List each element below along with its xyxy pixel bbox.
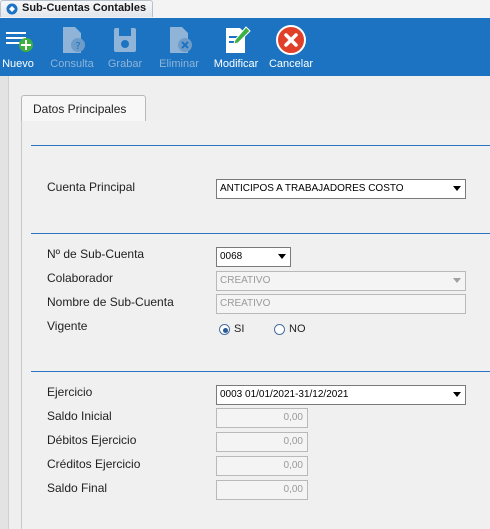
ejercicio-label: Ejercicio <box>47 385 93 399</box>
saldo-final-field[interactable]: 0,00 <box>216 480 308 500</box>
save-disk-icon <box>114 28 136 52</box>
nuevo-button[interactable]: Nuevo <box>0 18 36 76</box>
saldo-inicial-field[interactable]: 0,00 <box>216 408 308 428</box>
toolbar: Nuevo ? Consulta Grabar Eliminar Modific… <box>0 18 490 76</box>
cancel-icon <box>276 25 306 55</box>
vigente-label: Vigente <box>47 319 88 333</box>
modificar-button[interactable]: Modificar <box>210 18 262 76</box>
chevron-down-icon[interactable] <box>453 186 461 191</box>
saldo-final-label: Saldo Final <box>47 481 108 495</box>
edit-pencil-icon <box>226 26 251 53</box>
sub-cuenta-label: Nº de Sub-Cuenta <box>47 247 145 261</box>
colaborador-select[interactable]: CREATIVO <box>216 271 466 291</box>
window-title: Sub-Cuentas Contables <box>22 2 147 14</box>
colaborador-label: Colaborador <box>47 271 114 285</box>
query-document-icon: ? <box>63 27 85 53</box>
cancelar-button[interactable]: Cancelar <box>266 18 316 76</box>
consulta-button[interactable]: ? Consulta <box>48 18 96 76</box>
ejercicio-select[interactable]: 0003 01/01/2021-31/12/2021 <box>216 385 466 405</box>
section-divider <box>31 371 490 372</box>
nombre-field[interactable]: CREATIVO <box>216 294 466 314</box>
saldo-inicial-label: Saldo Inicial <box>47 409 112 423</box>
debitos-label: Débitos Ejercicio <box>47 433 137 447</box>
section-divider <box>31 145 490 146</box>
cuenta-principal-label: Cuenta Principal <box>47 180 136 194</box>
creditos-field[interactable]: 0,00 <box>216 456 308 476</box>
vigente-no-radio[interactable]: NO <box>274 323 314 337</box>
window-tabstrip: Sub-Cuentas Contables <box>0 0 490 18</box>
vigente-si-radio[interactable]: SI <box>219 323 259 337</box>
chevron-down-icon[interactable] <box>453 278 461 283</box>
sub-cuenta-select[interactable]: 0068 <box>216 247 291 267</box>
section-divider <box>31 233 490 234</box>
grabar-button[interactable]: Grabar <box>104 18 146 76</box>
tab-datos-principales[interactable]: Datos Principales <box>21 95 146 121</box>
creditos-label: Créditos Ejercicio <box>47 457 141 471</box>
left-strip <box>0 76 9 529</box>
app-icon <box>6 3 18 15</box>
cuenta-principal-select[interactable]: ANTICIPOS A TRABAJADORES COSTO <box>216 179 466 199</box>
delete-document-icon <box>170 27 192 53</box>
chevron-down-icon[interactable] <box>453 392 461 397</box>
svg-text:?: ? <box>75 41 80 52</box>
add-document-icon <box>6 32 33 52</box>
debitos-field[interactable]: 0,00 <box>216 432 308 452</box>
eliminar-button[interactable]: Eliminar <box>156 18 202 76</box>
chevron-down-icon[interactable] <box>278 254 286 259</box>
nombre-label: Nombre de Sub-Cuenta <box>47 295 174 309</box>
window-tab[interactable]: Sub-Cuentas Contables <box>0 0 153 17</box>
